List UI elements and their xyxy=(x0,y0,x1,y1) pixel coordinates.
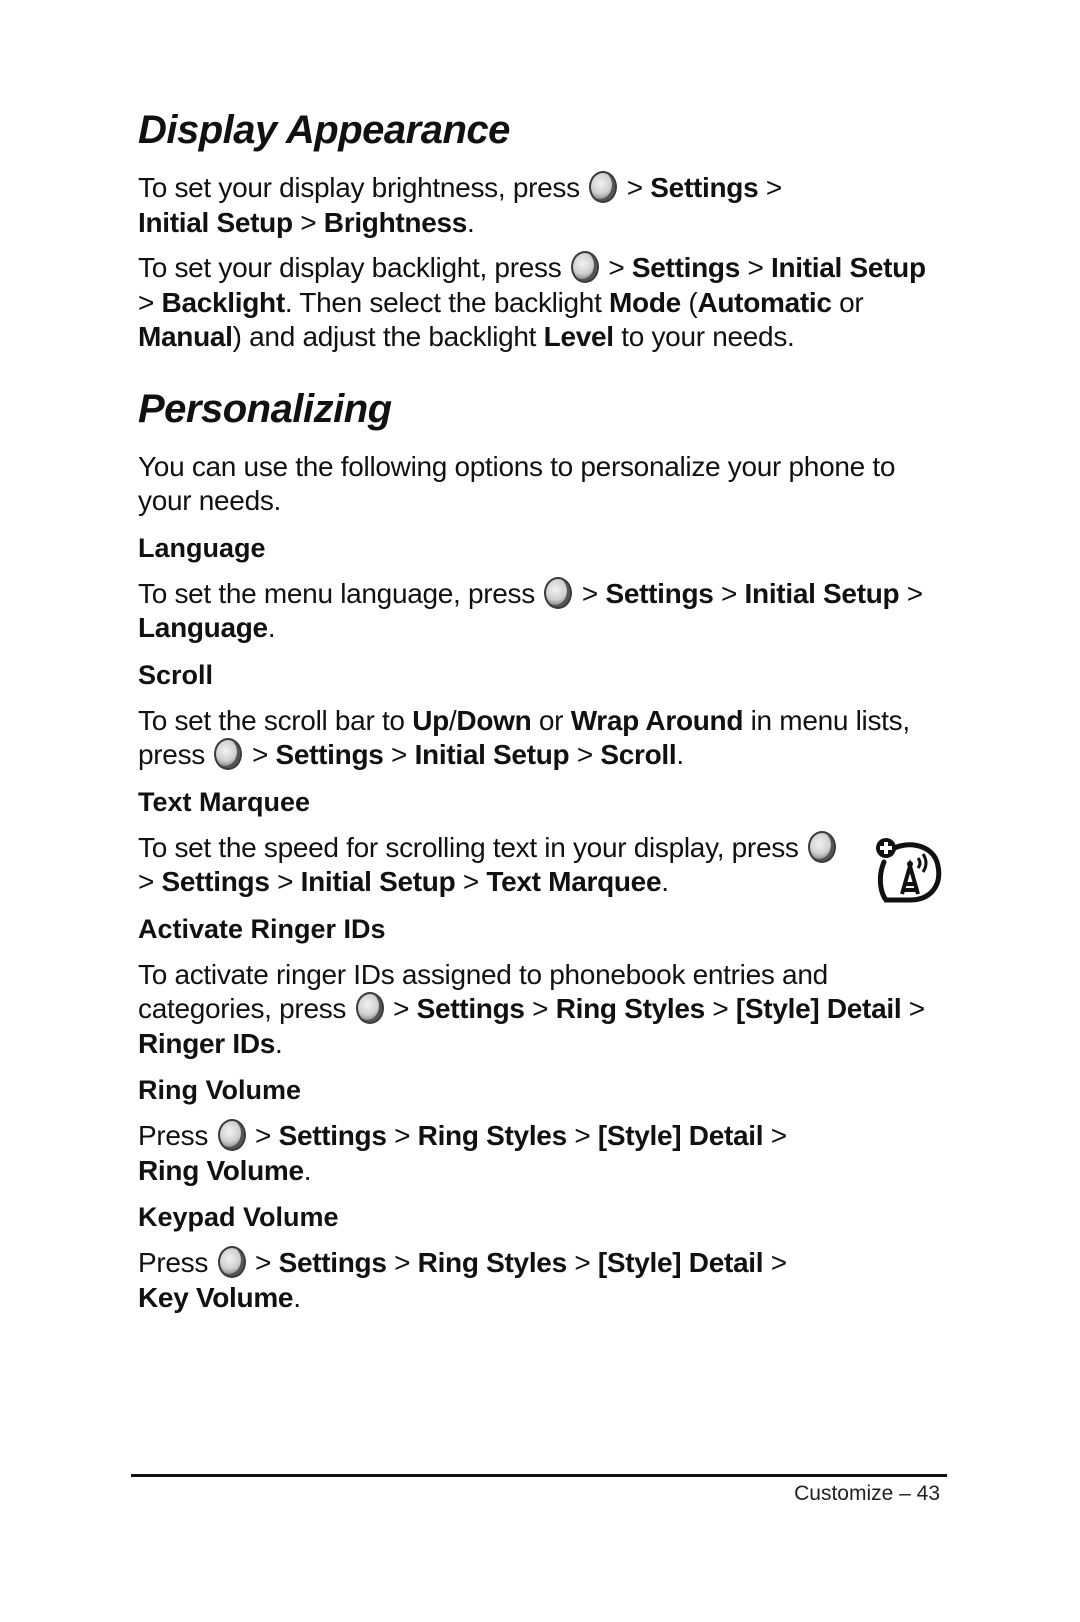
network-subscription-feature-icon xyxy=(876,838,942,903)
subheading-language: Language xyxy=(138,532,266,563)
ringer-ids-paragraph: To activate ringer IDs assigned to phone… xyxy=(138,958,925,1059)
marquee-paragraph: To set the speed for scrolling text in y… xyxy=(138,830,858,900)
section-title-display-appearance: Display Appearance xyxy=(138,108,510,152)
section-title-personalizing: Personalizing xyxy=(138,386,392,431)
manual-page: Display Appearance To set your display b… xyxy=(138,100,938,1315)
backlight-paragraph: To set your display backlight, press > S… xyxy=(138,251,926,352)
menu-key-icon xyxy=(214,738,243,770)
subheading-text-marquee: Text Marquee xyxy=(138,786,311,817)
subheading-ring-volume: Ring Volume xyxy=(138,1075,302,1105)
personalizing-intro: You can use the following options to per… xyxy=(138,450,896,517)
menu-key-icon xyxy=(570,251,599,283)
scroll-paragraph: To set the scroll bar to Up/Down or Wrap… xyxy=(138,704,910,770)
subheading-activate-ringer-ids: Activate Ringer IDs xyxy=(138,913,386,944)
menu-key-icon xyxy=(217,1246,246,1278)
brightness-paragraph: To set your display brightness, press > … xyxy=(138,171,782,238)
ring-volume-paragraph: Press > Settings > Ring Styles > [Style]… xyxy=(138,1119,787,1186)
menu-key-icon xyxy=(355,992,384,1024)
menu-key-icon xyxy=(808,830,837,863)
footer-rule xyxy=(131,1474,947,1477)
language-paragraph: To set the menu language, press > Settin… xyxy=(138,576,923,643)
subheading-keypad-volume: Keypad Volume xyxy=(138,1202,339,1232)
menu-key-icon xyxy=(589,171,618,203)
keypad-volume-paragraph: Press > Settings > Ring Styles > [Style]… xyxy=(138,1246,787,1313)
menu-key-icon xyxy=(217,1119,246,1151)
subheading-scroll: Scroll xyxy=(138,659,214,690)
menu-key-icon xyxy=(544,576,573,609)
page-footer: Customize – 43 xyxy=(794,1482,940,1505)
